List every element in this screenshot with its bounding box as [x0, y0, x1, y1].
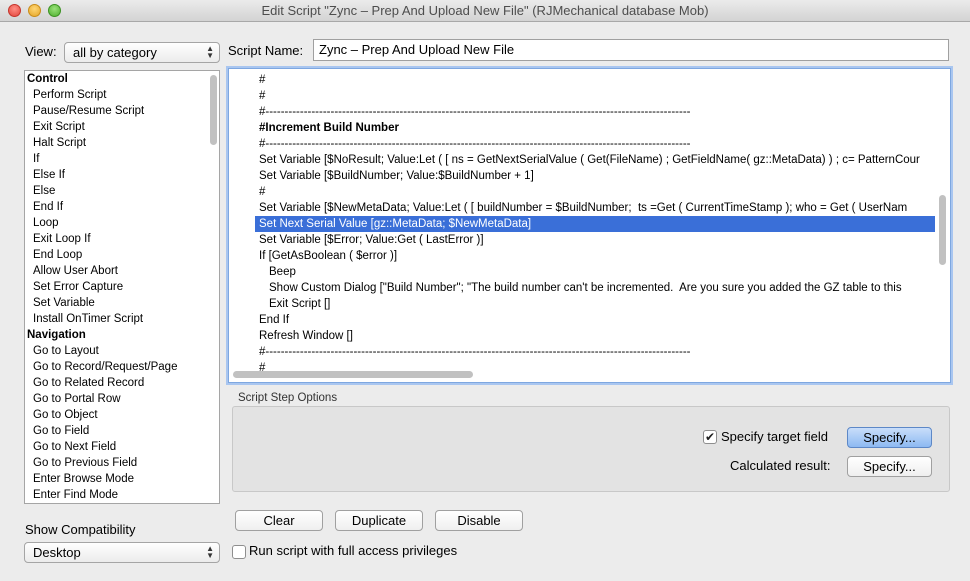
script-step-item[interactable]: Go to Object	[25, 407, 219, 423]
specify-target-field-checkbox[interactable]: ✔	[703, 430, 717, 444]
script-editor[interactable]: # # #-------------------------------------…	[228, 68, 951, 383]
script-line[interactable]: #Increment Build Number	[255, 120, 935, 136]
script-step-item[interactable]: Set Variable	[25, 295, 219, 311]
popup-arrows-icon: ▲ ▼	[206, 544, 214, 560]
script-step-item[interactable]: Exit Script	[25, 119, 219, 135]
calculated-result-label: Calculated result:	[730, 458, 831, 473]
step-list-scrollbar[interactable]	[210, 75, 217, 145]
script-step-item[interactable]: If	[25, 151, 219, 167]
script-step-item[interactable]: Go to Layout	[25, 343, 219, 359]
script-line[interactable]: Beep	[255, 264, 935, 280]
editor-vertical-scrollbar[interactable]	[939, 195, 946, 265]
script-line[interactable]: #	[255, 72, 935, 88]
view-label: View:	[25, 44, 57, 59]
script-step-item[interactable]: Enter Find Mode	[25, 487, 219, 503]
specify-target-field-label: Specify target field	[721, 429, 828, 444]
script-step-item[interactable]: Halt Script	[25, 135, 219, 151]
script-step-item[interactable]: Install OnTimer Script	[25, 311, 219, 327]
view-popup-value: all by category	[73, 45, 157, 60]
script-line[interactable]: Refresh Window []	[255, 328, 935, 344]
script-step-item[interactable]: Go to Next Field	[25, 439, 219, 455]
script-step-item[interactable]: End If	[25, 199, 219, 215]
script-line[interactable]: Set Variable [$NewMetaData; Value:Let ( …	[255, 200, 935, 216]
clear-button[interactable]: Clear	[235, 510, 323, 531]
script-line[interactable]: Set Variable [$BuildNumber; Value:$Build…	[255, 168, 935, 184]
script-step-item[interactable]: Go to Related Record	[25, 375, 219, 391]
script-line[interactable]: Set Variable [$Error; Value:Get ( LastEr…	[255, 232, 935, 248]
compatibility-popup[interactable]: Desktop ▲ ▼	[24, 542, 220, 563]
script-step-item[interactable]: Go to Record/Request/Page	[25, 359, 219, 375]
script-step-item[interactable]: Allow User Abort	[25, 263, 219, 279]
editor-horizontal-scrollbar[interactable]	[233, 371, 473, 378]
script-line[interactable]: End If	[255, 312, 935, 328]
specify-target-button[interactable]: Specify...	[847, 427, 932, 448]
script-step-item[interactable]: Go to Portal Row	[25, 391, 219, 407]
disable-button[interactable]: Disable	[435, 510, 523, 531]
full-access-checkbox[interactable]	[232, 545, 246, 559]
script-step-item[interactable]: Go to Previous Field	[25, 455, 219, 471]
script-step-item[interactable]: End Loop	[25, 247, 219, 263]
compatibility-popup-value: Desktop	[33, 545, 81, 560]
script-step-item[interactable]: Else If	[25, 167, 219, 183]
checkmark-icon: ✔	[704, 430, 716, 444]
step-category: Navigation	[27, 329, 86, 341]
script-step-item[interactable]: Perform Script	[25, 87, 219, 103]
title-bar: Edit Script "Zync – Prep And Upload New …	[0, 0, 970, 22]
script-step-list[interactable]: Control Perform Script Pause/Resume Script…	[24, 70, 220, 504]
script-step-item[interactable]: Go to Field	[25, 423, 219, 439]
full-access-label: Run script with full access privileges	[249, 543, 458, 558]
script-line[interactable]: #---------------------------------------…	[255, 344, 935, 360]
specify-calculated-result-button[interactable]: Specify...	[847, 456, 932, 477]
script-step-item[interactable]: Else	[25, 183, 219, 199]
script-step-options-group	[232, 406, 950, 492]
script-line[interactable]: #---------------------------------------…	[255, 136, 935, 152]
script-line[interactable]: Show Custom Dialog ["Build Number"; "The…	[255, 280, 935, 296]
script-line[interactable]: Set Variable [$NoResult; Value:Let ( [ n…	[255, 152, 935, 168]
script-lines: # # #-------------------------------------…	[255, 72, 935, 376]
script-line[interactable]: If [GetAsBoolean ( $error )]	[255, 248, 935, 264]
window-title: Edit Script "Zync – Prep And Upload New …	[261, 3, 709, 18]
script-step-options-label: Script Step Options	[238, 392, 338, 404]
script-step-item[interactable]: Loop	[25, 215, 219, 231]
show-compatibility-label: Show Compatibility	[25, 522, 136, 537]
script-line[interactable]: #---------------------------------------…	[255, 104, 935, 120]
script-name-field[interactable]: Zync – Prep And Upload New File	[313, 39, 949, 61]
script-line[interactable]: #	[255, 184, 935, 200]
script-line-selected[interactable]: Set Next Serial Value [gz::MetaData; $Ne…	[255, 216, 935, 232]
script-step-item[interactable]: Set Error Capture	[25, 279, 219, 295]
duplicate-button[interactable]: Duplicate	[335, 510, 423, 531]
popup-arrows-icon: ▲ ▼	[206, 44, 214, 60]
step-category: Control	[27, 73, 68, 85]
script-step-item[interactable]: Enter Browse Mode	[25, 471, 219, 487]
view-popup[interactable]: all by category ▲ ▼	[64, 42, 220, 63]
script-line[interactable]: #	[255, 88, 935, 104]
script-step-item[interactable]: Pause/Resume Script	[25, 103, 219, 119]
script-line[interactable]: Exit Script []	[255, 296, 935, 312]
script-step-item[interactable]: Exit Loop If	[25, 231, 219, 247]
script-name-label: Script Name:	[228, 43, 304, 58]
